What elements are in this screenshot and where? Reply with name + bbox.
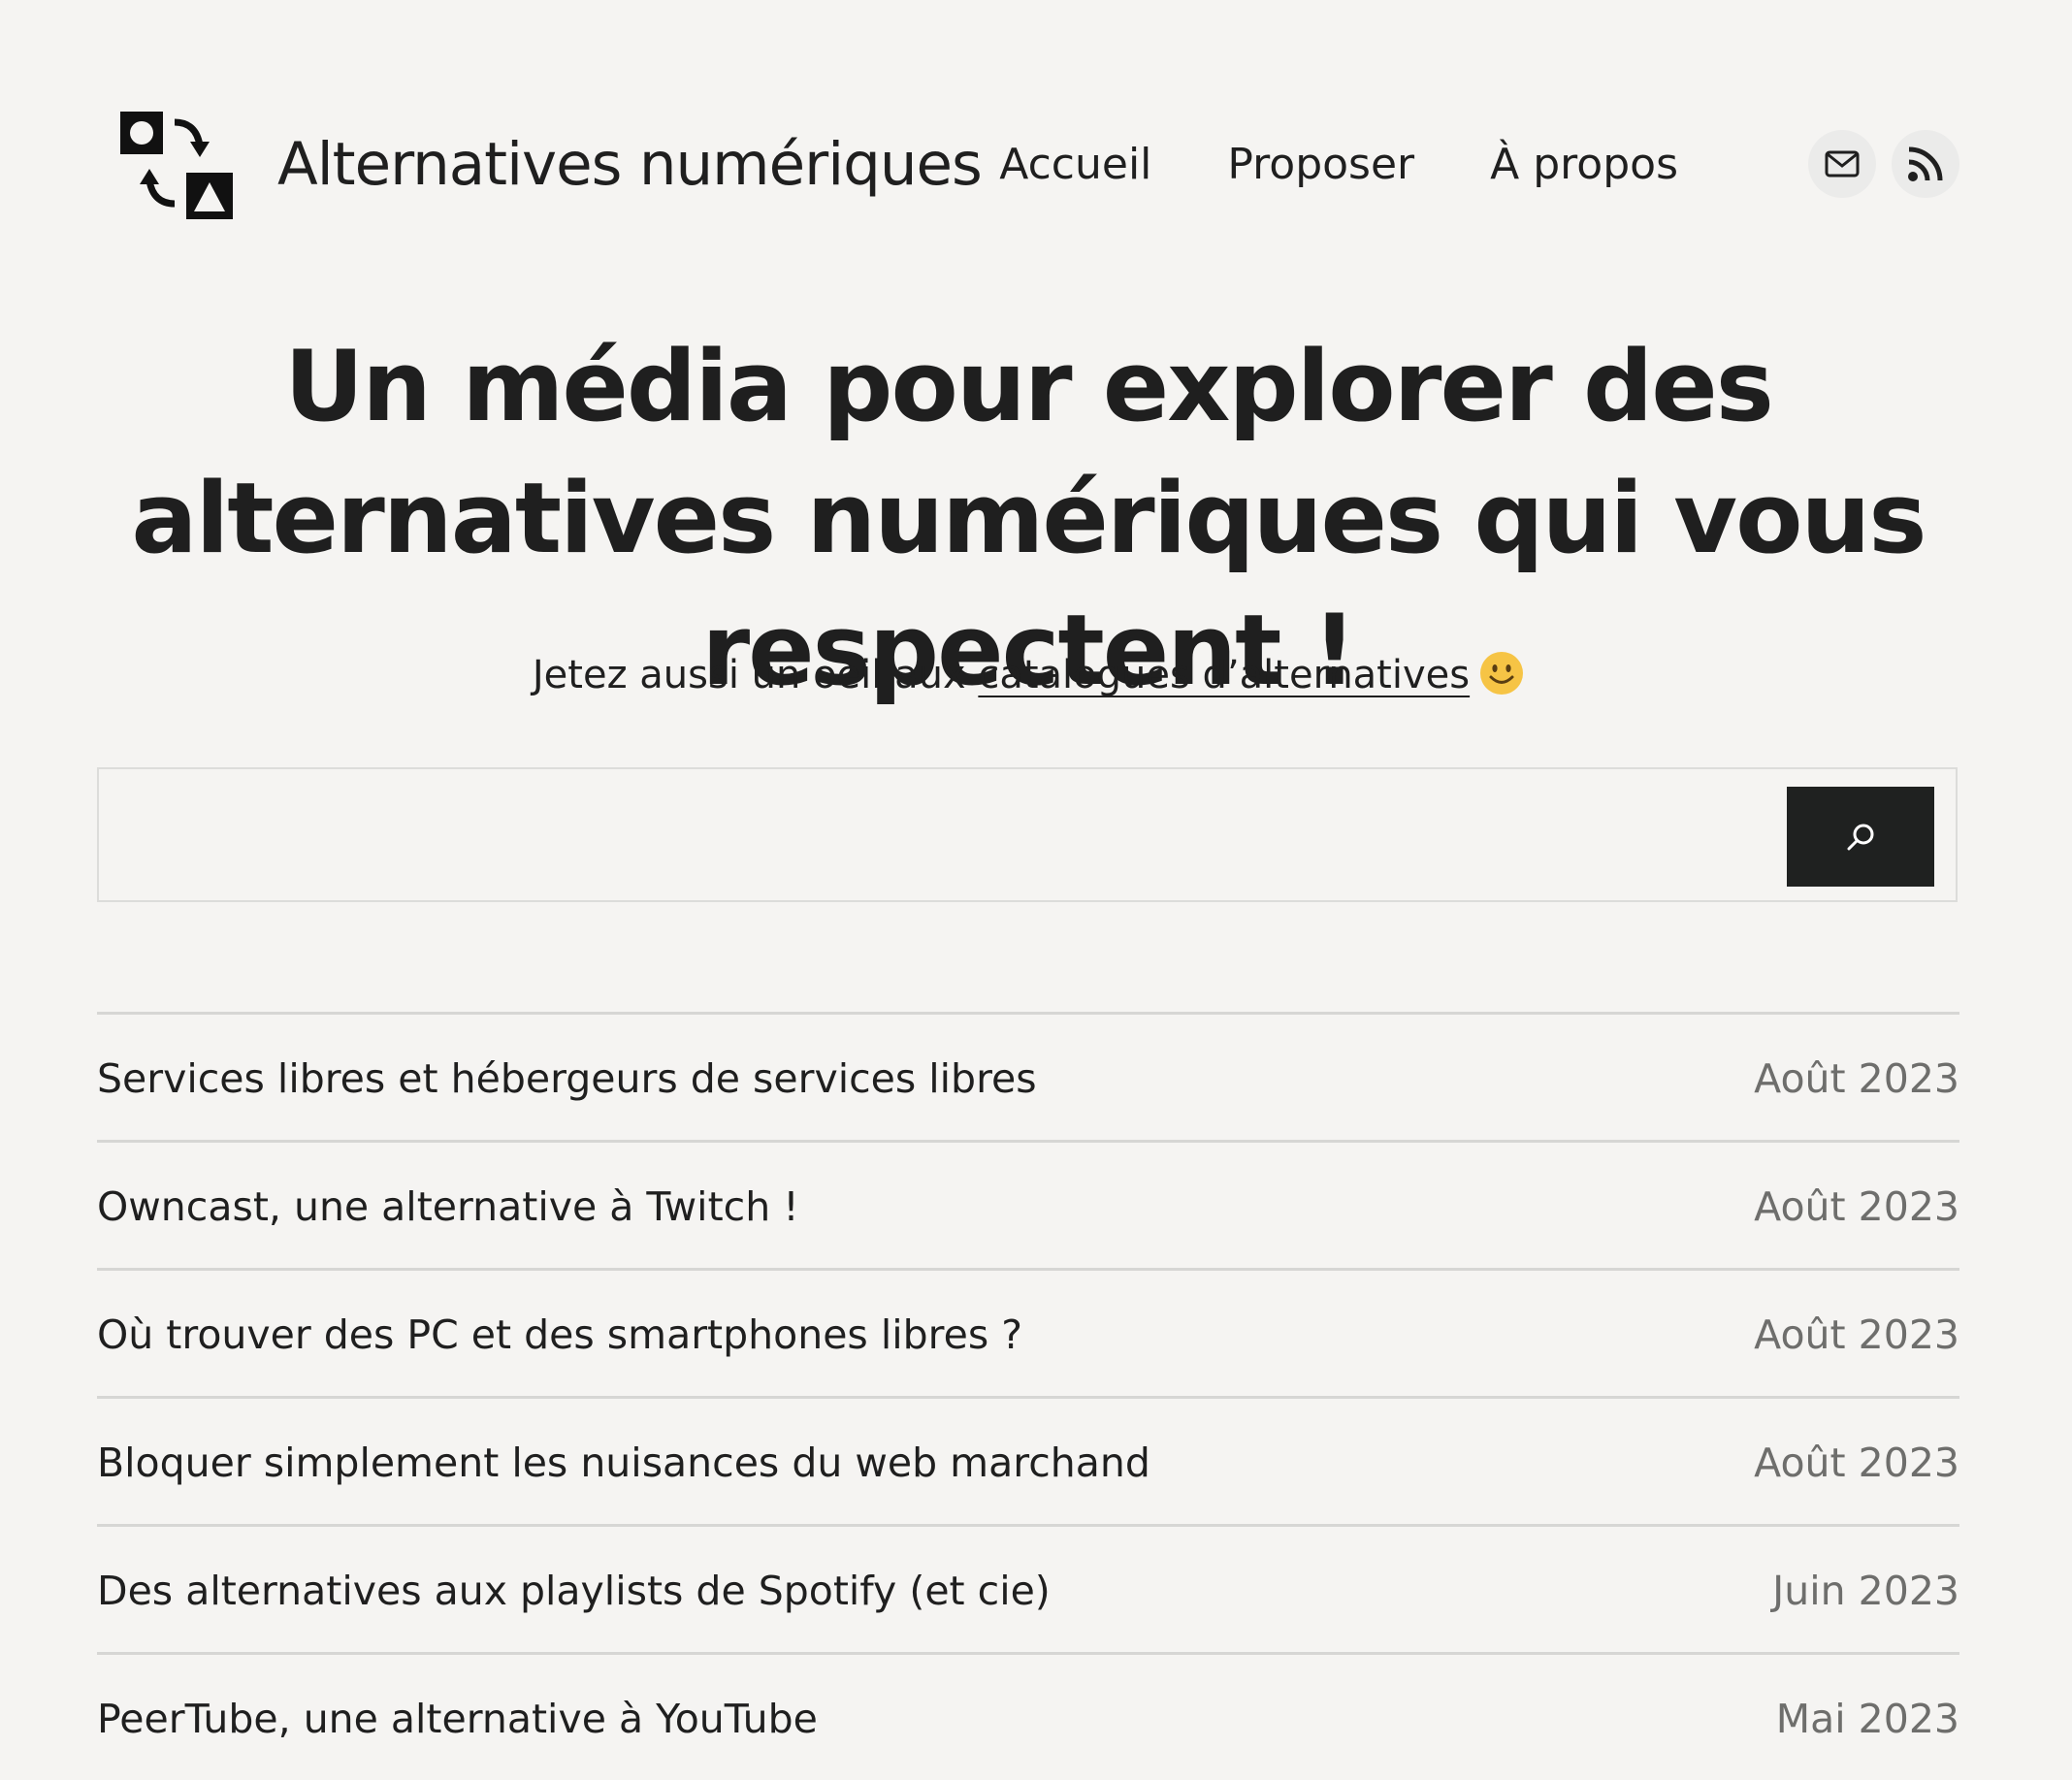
- article-list: Services libres et hébergeurs de service…: [97, 1012, 1959, 1780]
- article-date: Août 2023: [1754, 1440, 1959, 1486]
- article-date: Août 2023: [1754, 1311, 1959, 1358]
- article-item: Services libres et hébergeurs de service…: [97, 1012, 1959, 1140]
- rss-link[interactable]: [1892, 130, 1959, 198]
- tagline: Jetez aussi un oeil aux catalogues d’alt…: [97, 646, 1959, 704]
- article-item: Owncast, une alternative à Twitch ! Août…: [97, 1140, 1959, 1268]
- article-date: Août 2023: [1754, 1183, 1959, 1230]
- article-title-link[interactable]: Services libres et hébergeurs de service…: [97, 1053, 1037, 1104]
- nav-item-a-propos[interactable]: À propos: [1490, 138, 1678, 192]
- mail-icon: [1825, 150, 1860, 178]
- nav-item-accueil[interactable]: Accueil: [999, 138, 1151, 192]
- search-input[interactable]: [118, 787, 1868, 886]
- article-date: Mai 2023: [1775, 1696, 1959, 1742]
- rss-icon: [1908, 146, 1943, 181]
- article-date: Août 2023: [1754, 1055, 1959, 1102]
- site-header: Alternatives numériques Accueil Proposer…: [97, 97, 1959, 238]
- article-title-link[interactable]: PeerTube, une alternative à YouTube: [97, 1694, 818, 1744]
- article-item: Bloquer simplement les nuisances du web …: [97, 1396, 1959, 1524]
- catalogues-link[interactable]: catalogues d’alternatives: [978, 653, 1470, 697]
- article-title-link[interactable]: Des alternatives aux playlists de Spotif…: [97, 1566, 1051, 1616]
- logo-icon: [120, 112, 233, 219]
- article-title-link[interactable]: Où trouver des PC et des smartphones lib…: [97, 1310, 1022, 1360]
- search-icon: [1847, 824, 1874, 850]
- article-title-link[interactable]: Bloquer simplement les nuisances du web …: [97, 1438, 1150, 1488]
- article-date: Juin 2023: [1772, 1568, 1959, 1614]
- article-item: PeerTube, une alternative à YouTube Mai …: [97, 1652, 1959, 1780]
- site-title[interactable]: Alternatives numériques: [277, 126, 983, 204]
- tagline-text: Jetez aussi un oeil aux: [532, 653, 979, 697]
- mail-link[interactable]: [1808, 130, 1876, 198]
- main-nav: Accueil Proposer À propos: [999, 138, 1678, 192]
- social-links: [1808, 130, 1959, 198]
- article-title-link[interactable]: Owncast, une alternative à Twitch !: [97, 1181, 799, 1232]
- nav-item-proposer[interactable]: Proposer: [1227, 138, 1414, 192]
- search-button[interactable]: [1787, 787, 1934, 887]
- slightly-smiling-face-icon: [1480, 652, 1524, 695]
- article-item: Des alternatives aux playlists de Spotif…: [97, 1524, 1959, 1652]
- article-item: Où trouver des PC et des smartphones lib…: [97, 1268, 1959, 1396]
- search-form: [97, 767, 1958, 902]
